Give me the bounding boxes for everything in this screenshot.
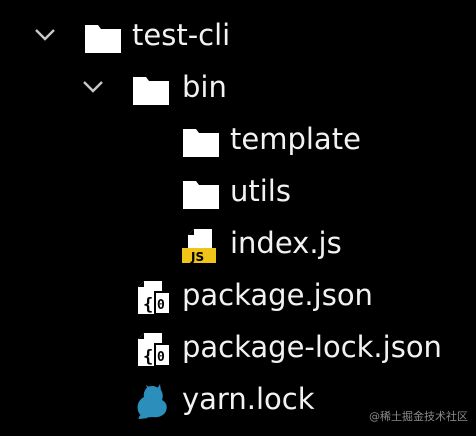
chevron-down-icon[interactable] [80,74,106,100]
tree-item-package-lock-json[interactable]: {} 0 package-lock.json [0,326,476,372]
tree-item-utils[interactable]: utils [0,170,476,216]
tree-item-label: template [230,122,361,156]
tree-item-label: yarn.lock [182,382,315,416]
folder-icon [133,77,169,105]
tree-item-label: package-lock.json [182,330,442,364]
tree-item-label: index.js [230,226,342,260]
tree-item-test-cli[interactable]: test-cli [0,14,476,60]
npm-json-icon: {} 0 [138,333,171,367]
js-file-icon: JS [182,229,216,264]
folder-icon [183,129,219,157]
watermark: @稀土掘金技术社区 [369,410,468,423]
folder-icon [85,25,121,53]
tree-item-label: utils [230,174,291,208]
chevron-down-icon[interactable] [32,22,58,48]
tree-item-template[interactable]: template [0,118,476,164]
tree-item-label: package.json [182,278,373,312]
js-badge: JS [190,250,204,264]
file-explorer-tree: test-cli bin template utils JS index.js [0,0,476,436]
npm-json-icon: {} 0 [138,281,171,315]
svg-text:0: 0 [157,298,165,313]
tree-item-index-js[interactable]: JS index.js [0,222,476,268]
tree-item-package-json[interactable]: {} 0 package.json [0,274,476,320]
folder-icon [183,181,219,209]
tree-item-bin[interactable]: bin [0,66,476,112]
tree-item-label: bin [182,70,227,104]
tree-item-label: test-cli [132,18,231,52]
svg-text:0: 0 [157,350,165,365]
yarn-cat-icon [137,384,167,419]
